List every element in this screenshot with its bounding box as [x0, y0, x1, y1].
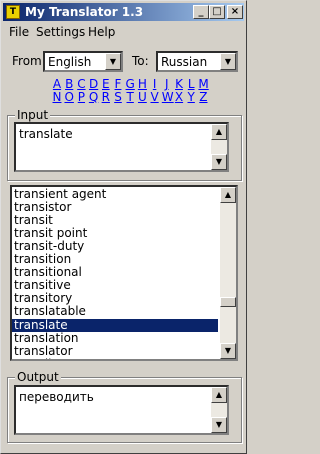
to-language-select[interactable]: Russian ▼: [156, 51, 238, 72]
list-item[interactable]: translator: [12, 344, 218, 358]
scroll-up-icon[interactable]: ▲: [211, 124, 227, 140]
word-list-scrollbar[interactable]: ▲ ▼: [220, 187, 236, 359]
letter-link[interactable]: F: [113, 77, 123, 91]
list-item[interactable]: transit point: [12, 227, 218, 240]
letter-link[interactable]: C: [76, 77, 86, 91]
menu-settings[interactable]: Settings: [36, 25, 85, 39]
list-item[interactable]: transient agent: [12, 188, 218, 201]
input-text: translate: [19, 127, 73, 141]
letter-link[interactable]: E: [101, 77, 111, 91]
output-field[interactable]: переводить ▲ ▼: [14, 385, 229, 435]
list-item[interactable]: translatable: [12, 305, 218, 318]
letter-link[interactable]: O: [64, 90, 74, 104]
letter-link[interactable]: T: [125, 90, 135, 104]
list-item[interactable]: transit-duty: [12, 240, 218, 253]
letter-link[interactable]: I: [150, 77, 160, 91]
title-bar[interactable]: T My Translator 1.3 _ □ ×: [3, 3, 244, 21]
to-language-value: Russian: [161, 55, 208, 69]
letter-link[interactable]: B: [64, 77, 74, 91]
list-item[interactable]: transitive: [12, 279, 218, 292]
letter-link[interactable]: X: [174, 90, 184, 104]
word-list[interactable]: transient agent transistor transit transit …: [10, 185, 238, 361]
minimize-button[interactable]: _: [193, 5, 209, 19]
input-scrollbar[interactable]: ▲ ▼: [211, 124, 227, 170]
chevron-down-icon[interactable]: ▼: [220, 53, 236, 70]
list-item[interactable]: transistor: [12, 201, 218, 214]
letter-link[interactable]: P: [76, 90, 86, 104]
letter-link[interactable]: A: [52, 77, 62, 91]
output-text: переводить: [19, 390, 94, 404]
chevron-down-icon[interactable]: ▼: [105, 53, 121, 70]
output-scrollbar[interactable]: ▲ ▼: [211, 387, 227, 433]
menu-help[interactable]: Help: [88, 25, 115, 39]
list-item[interactable]: transition: [12, 253, 218, 266]
letter-link[interactable]: Z: [198, 90, 208, 104]
scroll-down-icon[interactable]: ▼: [211, 154, 227, 170]
scroll-up-icon[interactable]: ▲: [211, 387, 227, 403]
menu-bar: File Settings Help: [3, 23, 244, 41]
letter-link[interactable]: D: [89, 77, 99, 91]
letter-link[interactable]: H: [137, 77, 147, 91]
window-title: My Translator 1.3: [25, 5, 144, 19]
list-item[interactable]: transit: [12, 214, 218, 227]
from-language-select[interactable]: English ▼: [43, 51, 123, 72]
list-item[interactable]: translation: [12, 331, 218, 345]
letter-link[interactable]: N: [52, 90, 62, 104]
letter-link[interactable]: M: [198, 77, 208, 91]
from-language-value: English: [48, 55, 92, 69]
letter-link[interactable]: Y: [186, 90, 196, 104]
scroll-down-icon[interactable]: ▼: [211, 417, 227, 433]
letter-link[interactable]: Q: [89, 90, 99, 104]
from-label: From:: [12, 54, 46, 68]
letter-link[interactable]: J: [162, 77, 172, 91]
menu-file[interactable]: File: [9, 25, 29, 39]
letter-link[interactable]: K: [174, 77, 184, 91]
letter-link[interactable]: R: [101, 90, 111, 104]
list-item[interactable]: transliterate: [12, 357, 218, 359]
translator-window: T My Translator 1.3 _ □ × File Settings …: [0, 0, 247, 454]
maximize-button[interactable]: □: [209, 5, 225, 19]
globe-icon: T: [6, 5, 20, 19]
letter-link[interactable]: W: [162, 90, 174, 104]
letter-link[interactable]: G: [125, 77, 135, 91]
output-group-title: Output: [15, 370, 61, 384]
list-item[interactable]: transitory: [12, 292, 218, 305]
letter-link[interactable]: U: [137, 90, 147, 104]
input-field[interactable]: translate ▲ ▼: [14, 122, 229, 172]
scroll-down-icon[interactable]: ▼: [220, 343, 236, 359]
letter-link[interactable]: L: [186, 77, 196, 91]
close-button[interactable]: ×: [227, 5, 243, 19]
input-group-title: Input: [15, 108, 51, 122]
list-item-selected[interactable]: translate: [12, 318, 218, 332]
letter-link[interactable]: S: [113, 90, 123, 104]
list-item[interactable]: transitional: [12, 266, 218, 279]
to-label: To:: [132, 54, 149, 68]
letter-link[interactable]: V: [150, 90, 160, 104]
scroll-up-icon[interactable]: ▲: [220, 187, 236, 203]
scroll-thumb[interactable]: [220, 297, 236, 307]
